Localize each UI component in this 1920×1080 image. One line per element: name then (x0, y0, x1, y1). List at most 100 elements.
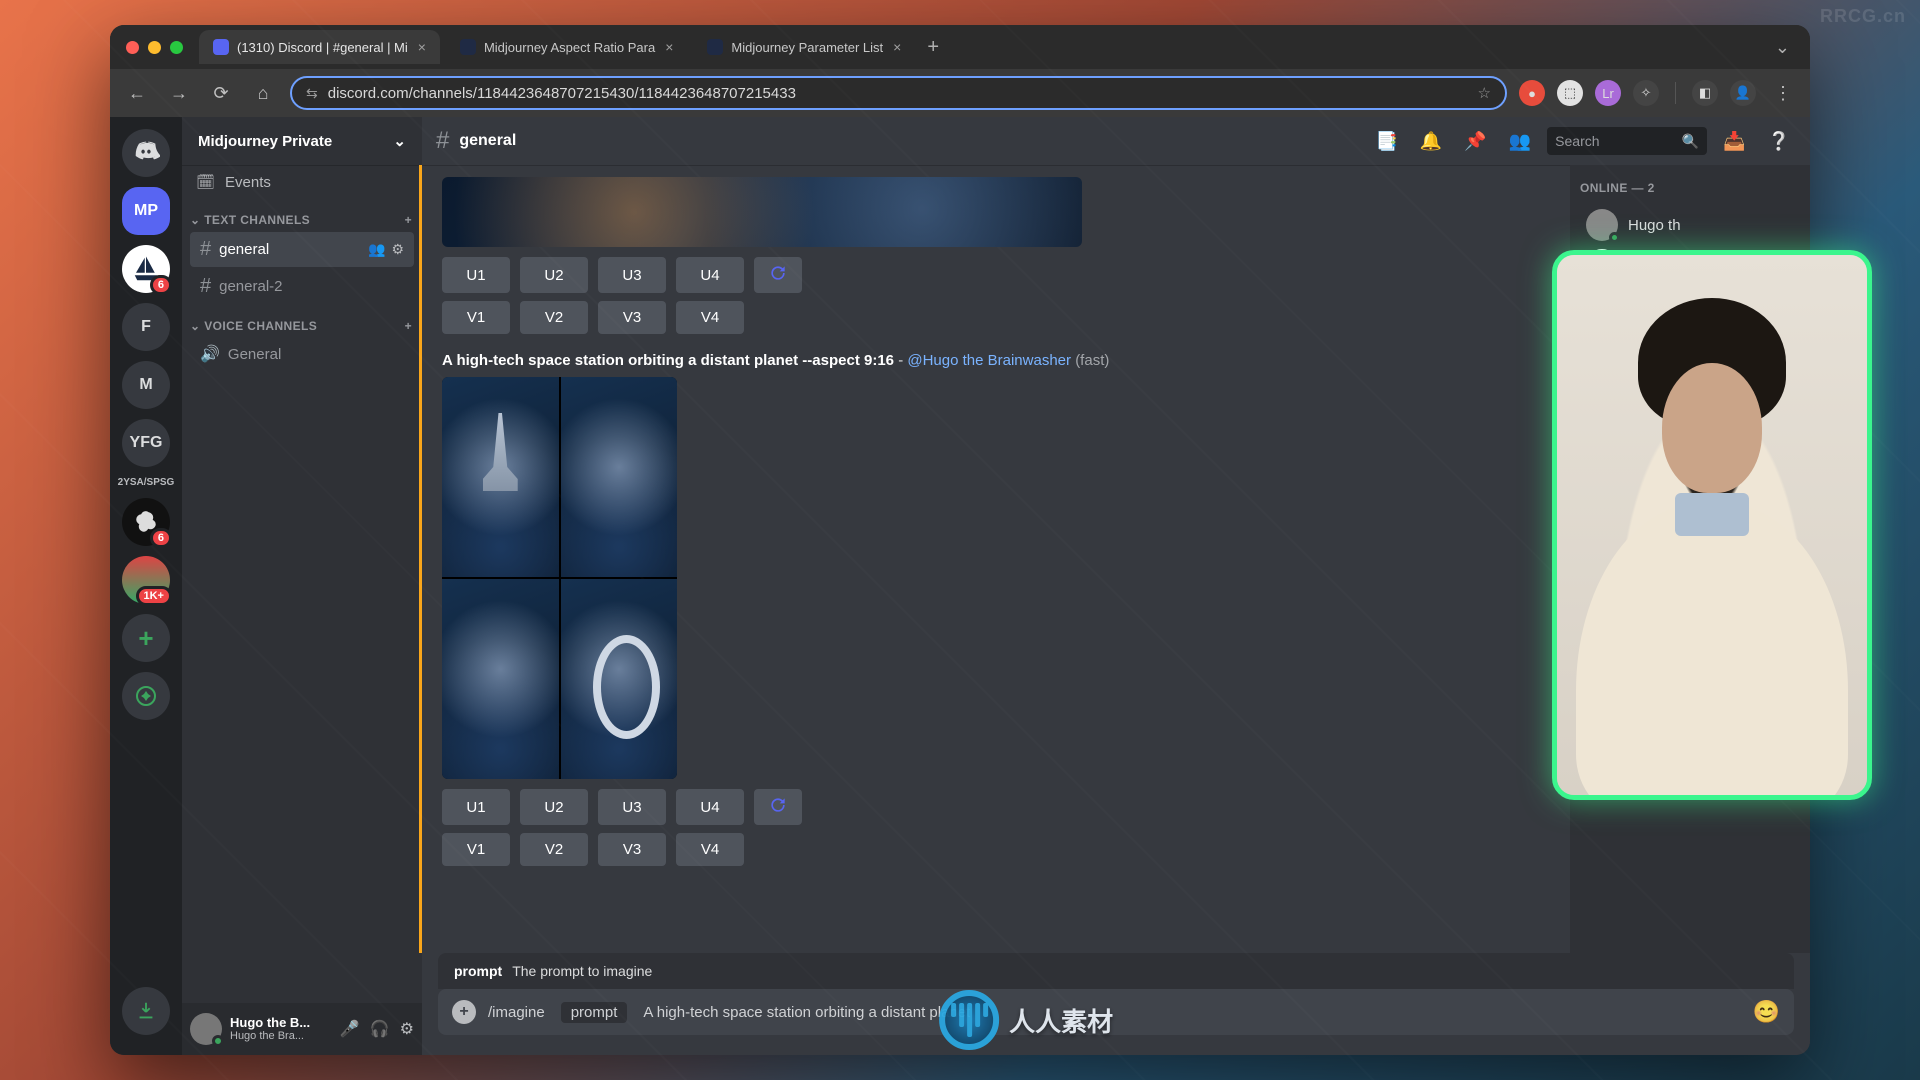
mention[interactable]: @Hugo the Brainwasher (907, 352, 1071, 369)
overlay-logo-text: 人人素材 (1009, 1002, 1113, 1039)
members-toggle-icon[interactable]: 👥 (1503, 131, 1537, 152)
extension-icon[interactable]: ⬚ (1557, 80, 1583, 106)
v3-button[interactable]: V3 (598, 833, 666, 866)
v2-button[interactable]: V2 (520, 301, 588, 334)
member-row[interactable]: Hugo th (1580, 205, 1800, 245)
message-list[interactable]: U1 U2 U3 U4 V1 V2 V3 V4 (419, 165, 1570, 953)
channel-sidebar: Midjourney Private ⌄ 🗓 Events ⌄ TEXT CHA… (182, 117, 422, 1055)
v4-button[interactable]: V4 (676, 833, 744, 866)
u1-button[interactable]: U1 (442, 789, 510, 825)
explore-servers-button[interactable] (122, 672, 170, 720)
server-item[interactable]: F (122, 303, 170, 351)
hash-icon: # (200, 275, 211, 298)
v1-button[interactable]: V1 (442, 833, 510, 866)
tab-discord[interactable]: (1310) Discord | #general | Mi × (199, 30, 440, 64)
close-tab-icon[interactable]: × (893, 39, 901, 55)
inbox-icon[interactable]: 📥 (1717, 131, 1751, 152)
image-variant-3[interactable] (442, 579, 559, 779)
self-avatar[interactable] (190, 1013, 222, 1045)
reload-button[interactable]: ⟳ (206, 78, 236, 108)
minimize-window-icon[interactable] (148, 41, 161, 54)
channel-name: general-2 (219, 278, 282, 295)
voice-channel-general[interactable]: 🔊 General (190, 338, 414, 370)
u4-button[interactable]: U4 (676, 257, 744, 293)
help-icon[interactable]: ❔ (1762, 131, 1796, 152)
home-button[interactable]: ⌂ (248, 78, 278, 108)
add-server-button[interactable]: + (122, 614, 170, 662)
server-item[interactable]: M (122, 361, 170, 409)
reroll-button[interactable] (754, 257, 802, 293)
add-channel-icon[interactable]: + (405, 213, 412, 227)
close-window-icon[interactable] (126, 41, 139, 54)
tab-midjourney-aspect[interactable]: Midjourney Aspect Ratio Para × (446, 30, 687, 64)
message-input[interactable]: + /imagine prompt A high-tech space stat… (438, 989, 1794, 1035)
forward-button[interactable]: → (164, 78, 194, 108)
server-midjourney-private[interactable]: MP (122, 187, 170, 235)
pinned-icon[interactable]: 📌 (1458, 131, 1492, 152)
generated-image-grid-916[interactable] (442, 377, 677, 779)
image-variant-2[interactable] (561, 377, 678, 577)
extension-icon[interactable]: Lr (1595, 80, 1621, 106)
u2-button[interactable]: U2 (520, 789, 588, 825)
attach-button[interactable]: + (452, 1000, 476, 1024)
sidepanel-icon[interactable]: ◧ (1692, 80, 1718, 106)
channel-general-2[interactable]: # general-2 (190, 269, 414, 304)
url-input[interactable]: ⇆ discord.com/channels/11844236487072154… (290, 76, 1507, 110)
server-item[interactable]: 1K+ (122, 556, 170, 604)
events-row[interactable]: 🗓 Events (182, 165, 422, 199)
server-item[interactable]: YFG (122, 419, 170, 467)
image-variant-1[interactable] (442, 377, 559, 577)
notifications-icon[interactable]: 🔔 (1414, 131, 1448, 152)
mute-mic-icon[interactable]: 🎤 (340, 1019, 360, 1039)
search-input[interactable]: Search 🔍 (1547, 127, 1707, 155)
command-autocomplete[interactable]: prompt The prompt to imagine (438, 953, 1794, 989)
back-button[interactable]: ← (122, 78, 152, 108)
category-voice-channels[interactable]: ⌄ VOICE CHANNELS + (182, 305, 422, 337)
maximize-window-icon[interactable] (170, 41, 183, 54)
u4-button[interactable]: U4 (676, 789, 744, 825)
download-apps-button[interactable] (122, 987, 170, 1035)
user-settings-icon[interactable]: ⚙ (400, 1019, 414, 1039)
extensions-menu-icon[interactable]: ✧ (1633, 80, 1659, 106)
server-item[interactable]: 2YSA/SPSG (118, 477, 175, 488)
close-tab-icon[interactable]: × (418, 39, 426, 55)
v3-button[interactable]: V3 (598, 301, 666, 334)
tab-midjourney-params[interactable]: Midjourney Parameter List × (693, 30, 915, 64)
image-variant-4[interactable] (561, 579, 678, 779)
profile-avatar-icon[interactable]: 👤 (1730, 80, 1756, 106)
channel-general[interactable]: # general 👥 ⚙ (190, 232, 414, 267)
new-tab-button[interactable]: + (915, 36, 951, 59)
channel-settings-icon[interactable]: ⚙ (391, 241, 404, 258)
threads-icon[interactable]: 📑 (1369, 131, 1403, 152)
generated-image-grid-wide[interactable] (442, 177, 1082, 247)
u3-button[interactable]: U3 (598, 789, 666, 825)
u1-button[interactable]: U1 (442, 257, 510, 293)
u2-button[interactable]: U2 (520, 257, 588, 293)
v1-button[interactable]: V1 (442, 301, 510, 334)
tab-title: Midjourney Aspect Ratio Para (484, 40, 655, 55)
server-label: YFG (130, 434, 163, 452)
tab-overflow-button[interactable]: ⌄ (1761, 37, 1804, 58)
deafen-icon[interactable]: 🎧 (370, 1019, 390, 1039)
server-sailboat[interactable]: 6 (122, 245, 170, 293)
variation-row: V1 V2 V3 V4 (442, 833, 1554, 866)
overlay-logo-bars-icon (951, 1003, 988, 1037)
v2-button[interactable]: V2 (520, 833, 588, 866)
server-gpt[interactable]: 6 (122, 498, 170, 546)
close-tab-icon[interactable]: × (665, 39, 673, 55)
v4-button[interactable]: V4 (676, 301, 744, 334)
bookmark-star-icon[interactable]: ☆ (1478, 84, 1491, 102)
reroll-button[interactable] (754, 789, 802, 825)
emoji-picker-icon[interactable]: 😊 (1753, 999, 1780, 1025)
server-header[interactable]: Midjourney Private ⌄ (182, 117, 422, 165)
calendar-icon: 🗓 (196, 173, 215, 191)
u3-button[interactable]: U3 (598, 257, 666, 293)
browser-menu-button[interactable]: ⋮ (1768, 78, 1798, 108)
extension-icon[interactable]: ● (1519, 80, 1545, 106)
category-text-channels[interactable]: ⌄ TEXT CHANNELS + (182, 199, 422, 231)
site-info-icon[interactable]: ⇆ (306, 85, 318, 102)
add-channel-icon[interactable]: + (405, 319, 412, 333)
discord-home-icon[interactable] (122, 129, 170, 177)
invite-icon[interactable]: 👥 (368, 241, 385, 258)
server-label: MP (134, 202, 158, 220)
